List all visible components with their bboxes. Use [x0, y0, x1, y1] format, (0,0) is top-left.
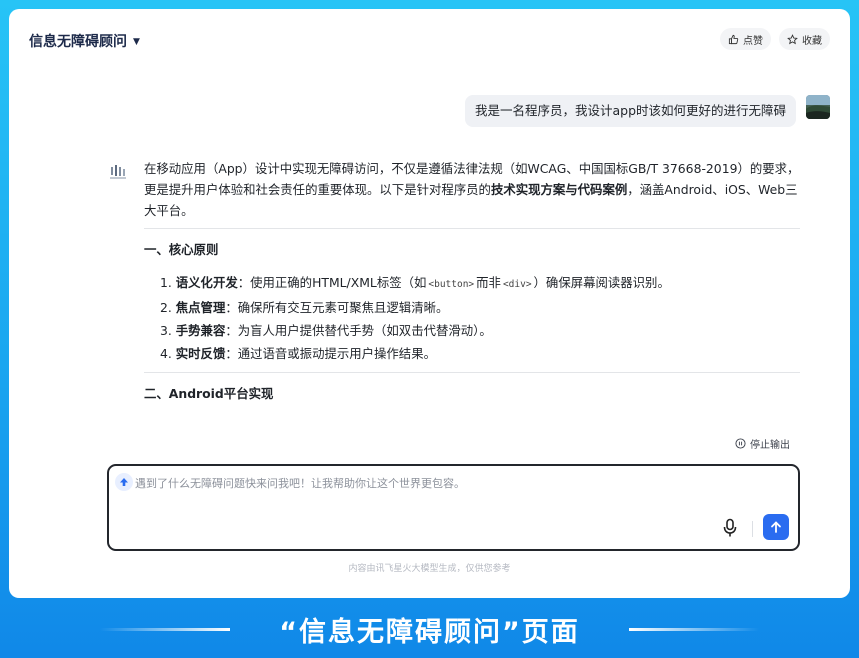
upload-arrow-icon: [120, 478, 128, 486]
list-number: 4.: [160, 346, 172, 361]
intro-bold-text: 技术实现方案与代码案例: [490, 182, 628, 197]
list-item: 2. 焦点管理：确保所有交互元素可聚焦且逻辑清晰。: [160, 296, 800, 319]
divider: [144, 372, 800, 373]
star-icon: [787, 33, 798, 44]
favorite-button[interactable]: 收藏: [779, 28, 830, 50]
section-title-android: 二、Android平台实现: [144, 386, 274, 401]
header-actions: 点赞 收藏: [720, 28, 830, 50]
assistant-avatar-icon: [110, 165, 126, 179]
chat-input[interactable]: [135, 474, 775, 492]
user-avatar: [806, 95, 830, 119]
microphone-icon[interactable]: [722, 518, 738, 538]
list-term: 焦点管理: [175, 300, 226, 315]
chat-input-box: [107, 464, 800, 551]
list-term: 实时反馈: [175, 346, 226, 361]
section-title-core-principles: 一、核心原则: [144, 242, 219, 257]
list-term: 手势兼容: [175, 323, 226, 338]
list-text: ：使用正确的HTML/XML标签（如: [237, 275, 427, 290]
stop-output-button[interactable]: 停止输出: [735, 436, 790, 451]
like-button[interactable]: 点赞: [720, 28, 771, 50]
list-number: 2.: [160, 300, 172, 315]
thumb-up-icon: [728, 34, 739, 44]
list-text: 而非: [476, 275, 501, 290]
list-text: ）确保屏幕阅读器识别。: [533, 275, 670, 290]
list-item: 4. 实时反馈：通过语音或振动提示用户操作结果。: [160, 342, 800, 365]
list-text: ：通过语音或振动提示用户操作结果。: [225, 346, 436, 361]
list-item: 3. 手势兼容：为盲人用户提供替代手势（如双击代替滑动）。: [160, 319, 800, 342]
caret-down-icon: ▼: [133, 36, 140, 47]
inline-code: <button>: [428, 279, 475, 290]
list-number: 3.: [160, 323, 172, 338]
upload-button[interactable]: [115, 473, 133, 491]
caption-decoration: [629, 628, 759, 631]
user-message-row: 我是一名程序员，我设计app时该如何更好的进行无障碍: [464, 95, 830, 127]
list-term: 语义化开发: [175, 275, 238, 290]
avatar-photo-icon: [806, 95, 830, 119]
principles-list: 1. 语义化开发：使用正确的HTML/XML标签（如 <button> 而非 <div…: [160, 271, 800, 365]
chat-window: 信息无障碍顾问 ▼ 点赞 收藏 我是一名程序员，我设计app时该如何更好的进行无…: [9, 9, 850, 598]
disclaimer-text: 内容由讯飞星火大模型生成，仅供您参考: [348, 564, 511, 574]
arrow-up-icon: [771, 521, 781, 533]
user-message-bubble: 我是一名程序员，我设计app时该如何更好的进行无障碍: [464, 95, 796, 127]
list-text: ：为盲人用户提供替代手势（如双击代替滑动）。: [225, 323, 492, 338]
page-title: 信息无障碍顾问: [29, 34, 127, 50]
assistant-answer: 在移动应用（App）设计中实现无障碍访问，不仅是遵循法律法规（如WCAG、中国国…: [144, 158, 800, 411]
favorite-label: 收藏: [802, 35, 822, 47]
list-number: 1.: [160, 275, 172, 290]
pause-circle-icon: [735, 438, 746, 449]
assistant-selector[interactable]: 信息无障碍顾问 ▼: [29, 31, 140, 51]
list-item: 1. 语义化开发：使用正确的HTML/XML标签（如 <button> 而非 <div…: [160, 271, 800, 296]
stop-output-label: 停止输出: [750, 440, 790, 451]
like-label: 点赞: [743, 35, 763, 47]
inline-code: <div>: [502, 279, 532, 290]
list-text: ：确保所有交互元素可聚焦且逻辑清晰。: [225, 300, 449, 315]
answer-intro: 在移动应用（App）设计中实现无障碍访问，不仅是遵循法律法规（如WCAG、中国国…: [144, 158, 800, 221]
send-button[interactable]: [763, 514, 789, 540]
divider: [144, 228, 800, 229]
divider: [752, 521, 753, 537]
